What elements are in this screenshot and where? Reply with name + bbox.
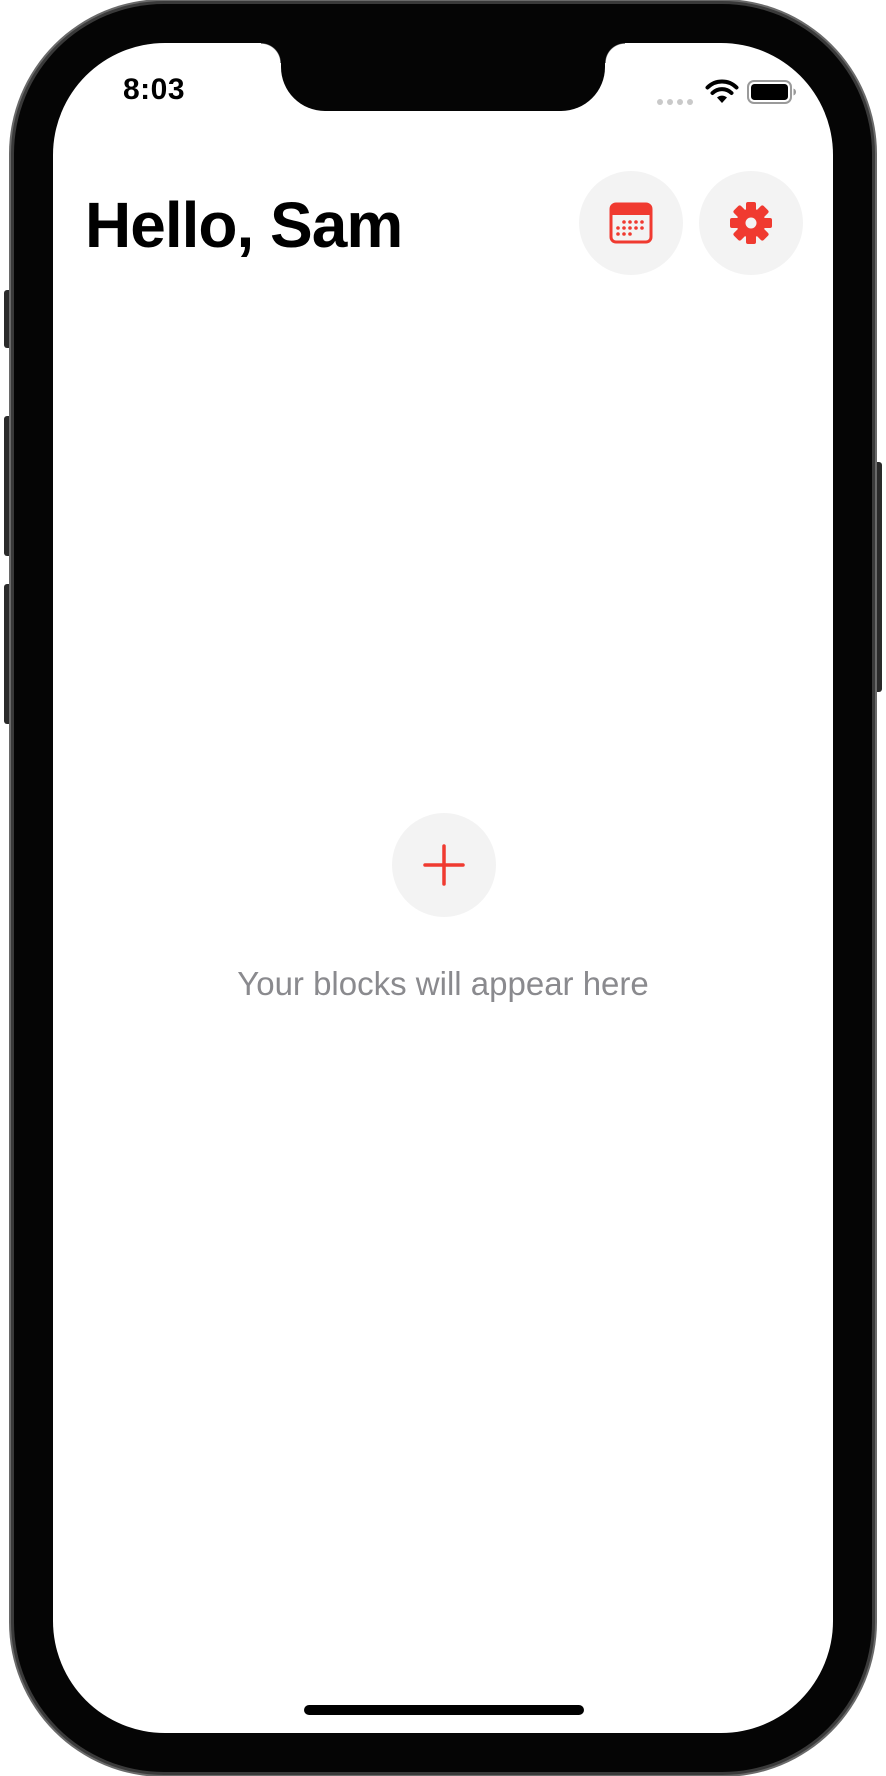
- plus-icon: [423, 844, 465, 886]
- volume-down-button: [4, 584, 14, 724]
- greeting-title: Hello, Sam: [85, 189, 403, 261]
- calendar-icon: [609, 202, 653, 244]
- gear-icon: [730, 202, 772, 244]
- signal-dots-icon: [657, 99, 693, 105]
- power-button: [872, 462, 882, 692]
- add-block-button[interactable]: [392, 813, 496, 917]
- home-indicator[interactable]: [304, 1705, 584, 1715]
- wifi-icon: [705, 79, 739, 103]
- status-time: 8:03: [123, 73, 186, 106]
- empty-state-text: Your blocks will appear here: [237, 965, 649, 1002]
- device-mockup: 8:03 Hello, Sam Your blocks will appear …: [0, 0, 886, 1776]
- volume-up-button: [4, 416, 14, 556]
- settings-button[interactable]: [699, 171, 803, 275]
- calendar-button[interactable]: [579, 171, 683, 275]
- silent-switch: [4, 290, 14, 348]
- battery-icon: [747, 80, 796, 104]
- app-screen: 8:03 Hello, Sam Your blocks will appear …: [53, 43, 833, 1733]
- notch: [261, 43, 625, 111]
